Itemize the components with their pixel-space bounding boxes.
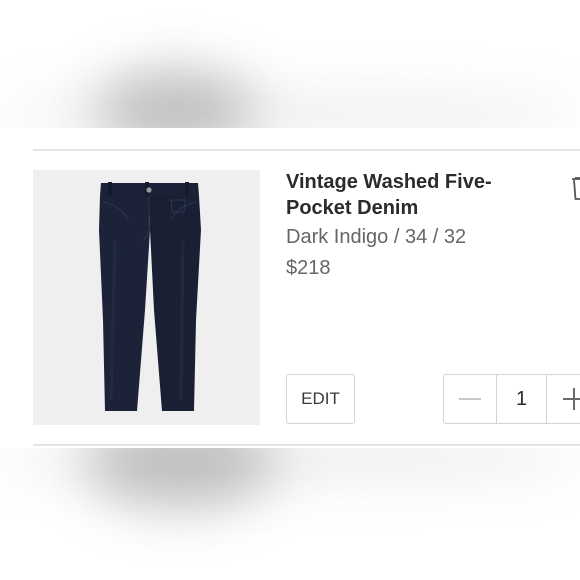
cart-line-item: Vintage Washed Five-Pocket Denim Dark In… [0,129,580,448]
product-image[interactable] [33,170,260,425]
decrement-button[interactable] [444,375,497,423]
minus-icon [459,398,481,400]
trash-icon[interactable] [571,172,580,202]
product-title[interactable]: Vintage Washed Five-Pocket Denim [286,169,531,221]
divider [33,444,580,446]
plus-icon [563,388,580,410]
quantity-value[interactable]: 1 [497,375,546,423]
product-variant: Dark Indigo / 34 / 32 [286,226,467,248]
divider [33,149,580,151]
blurred-background-top [0,0,580,128]
jeans-illustration [33,170,260,425]
quantity-stepper: 1 [443,374,580,424]
blurred-background-bottom [0,448,580,580]
cart-screenshot: Vintage Washed Five-Pocket Denim Dark In… [0,0,580,580]
trash-icon-glyph [572,177,580,200]
product-price: $218 [286,257,331,279]
increment-button[interactable] [546,375,580,423]
edit-button[interactable]: EDIT [286,374,355,424]
